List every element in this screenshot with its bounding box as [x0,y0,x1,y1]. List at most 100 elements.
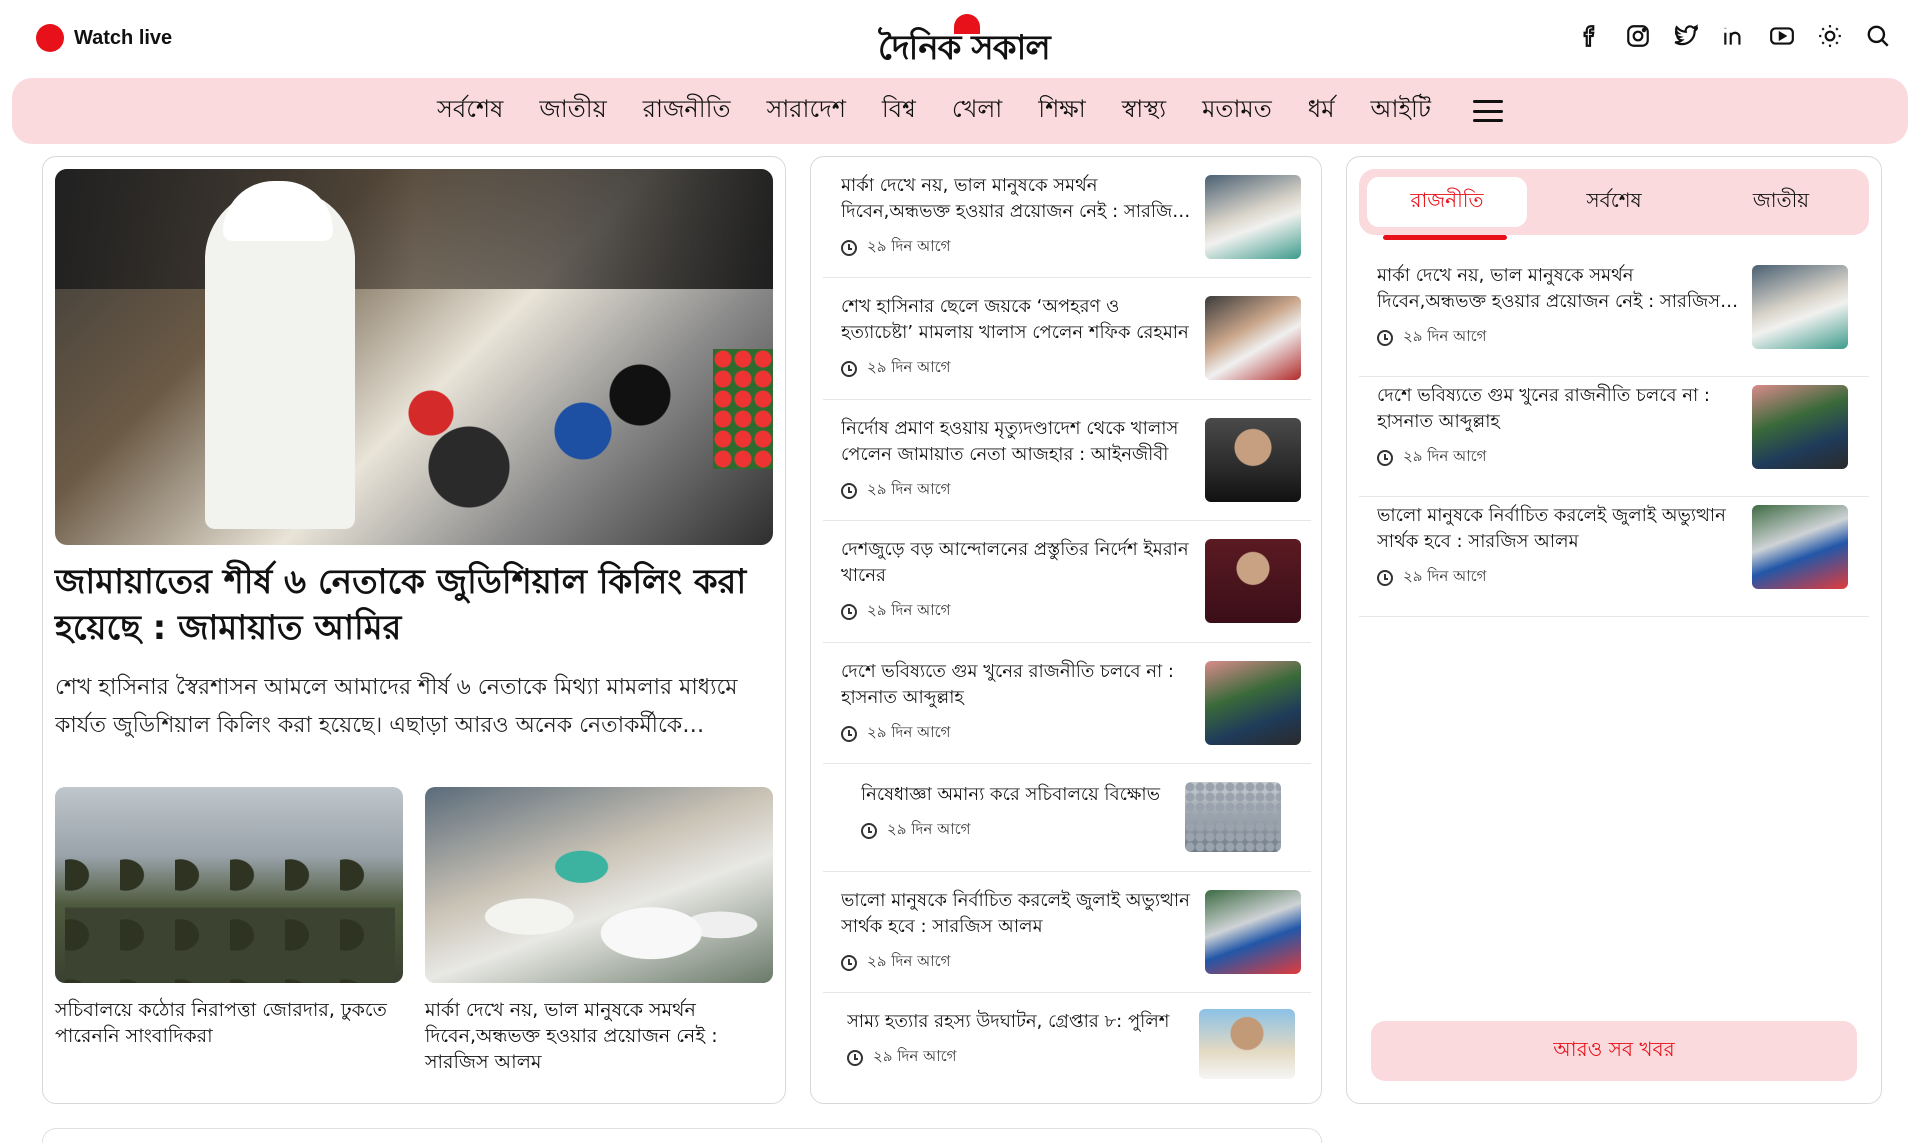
list-item[interactable]: দেশজুড়ে বড় আন্দোলনের প্রস্তুতির নির্দে… [823,521,1311,643]
list-item-title[interactable]: নিষেধাজ্ঞা অমান্য করে সচিবালয়ে বিক্ষোভ [861,782,1211,808]
list-item-thumbnail[interactable] [1185,782,1281,852]
list-item[interactable]: নিষেধাজ্ঞা অমান্য করে সচিবালয়ে বিক্ষোভ … [823,764,1311,872]
watch-live-button[interactable]: Watch live [36,24,172,52]
list-item-time: ২৯ দিন আগে [867,952,951,970]
menu-icon[interactable] [1472,100,1503,122]
list-item-title[interactable]: ভালো মানুষকে নির্বাচিত করলেই জুলাই অভ্যু… [1377,503,1747,555]
watch-live-label: Watch live [74,26,173,49]
nav-item-religion[interactable]: ধর্ম [1308,91,1335,131]
list-item[interactable]: দেশে ভবিষ্যতে গুম খুনের রাজনীতি চলবে না … [823,643,1311,764]
list-item[interactable]: মার্কা দেখে নয়, ভাল মানুষকে সমর্থন দিবে… [1359,257,1869,377]
list-item-title[interactable]: নির্দোষ প্রমাণ হওয়ায় মৃত্যুদণ্ডাদেশ থে… [841,416,1191,468]
list-item-title[interactable]: ভালো মানুষকে নির্বাচিত করলেই জুলাই অভ্যু… [841,888,1191,940]
list-item[interactable]: দেশে ভবিষ্যতে গুম খুনের রাজনীতি চলবে না … [1359,377,1869,497]
news-list: মার্কা দেখে নয়, ভাল মানুষকে সমর্থন দিবে… [810,156,1322,1104]
list-item[interactable]: নির্দোষ প্রমাণ হওয়ায় মৃত্যুদণ্ডাদেশ থে… [823,400,1311,521]
lead-section: জামায়াতের শীর্ষ ৬ নেতাকে জুডিশিয়াল কিল… [42,156,786,1104]
list-item-thumbnail[interactable] [1205,890,1301,974]
top-bar: Watch live দৈনিক সকাল [0,0,1920,78]
linkedin-icon[interactable] [1720,22,1748,50]
active-tab-indicator [1383,235,1507,240]
list-item-title[interactable]: দেশে ভবিষ্যতে গুম খুনের রাজনীতি চলবে না … [1377,383,1747,435]
list-item-thumbnail[interactable] [1752,265,1848,349]
search-icon[interactable] [1864,22,1892,50]
clock-icon [841,239,857,256]
list-item-time: ২৯ দিন আগে [867,480,951,498]
clock-icon [1377,449,1393,466]
lead-headline[interactable]: জামায়াতের শীর্ষ ৬ নেতাকে জুডিশিয়াল কিল… [55,559,773,651]
list-item-time: ২৯ দিন আগে [867,723,951,741]
list-item-thumbnail[interactable] [1752,385,1848,469]
theme-toggle-icon[interactable] [1816,22,1844,50]
list-item[interactable]: ভালো মানুষকে নির্বাচিত করলেই জুলাই অভ্যু… [1359,497,1869,617]
nav-item-world[interactable]: বিশ্ব [882,91,916,131]
nav-item-it[interactable]: আইটি [1371,91,1431,131]
list-item-thumbnail[interactable] [1199,1009,1295,1079]
list-item-title[interactable]: শেখ হাসিনার ছেলে জয়কে ‘অপহরণ ও হত্যাচেষ… [841,294,1191,346]
list-item-thumbnail[interactable] [1205,418,1301,502]
tab-politics[interactable]: রাজনীতি [1367,177,1527,227]
list-item-time: ২৯ দিন আগে [1403,327,1487,345]
list-item-thumbnail[interactable] [1205,296,1301,380]
list-item-thumbnail[interactable] [1205,175,1301,259]
youtube-icon[interactable] [1768,22,1796,50]
nav-item-politics[interactable]: রাজনীতি [643,91,731,131]
logo-wordmark: দৈনিক সকাল [878,28,1051,68]
list-item-title[interactable]: মার্কা দেখে নয়, ভাল মানুষকে সমর্থন দিবে… [1377,263,1747,315]
list-item-title[interactable]: দেশজুড়ে বড় আন্দোলনের প্রস্তুতির নির্দে… [841,537,1191,589]
nav-item-sports[interactable]: খেলা [952,91,1002,131]
list-item-title[interactable]: সাম্য হত্যার রহস্য উদঘাটন, গ্রেপ্তার ৮: … [847,1009,1197,1035]
clock-icon [1377,569,1393,586]
nav-item-country[interactable]: সারাদেশ [766,91,845,131]
main-nav: সর্বশেষ জাতীয় রাজনীতি সারাদেশ বিশ্ব খেল… [12,78,1908,144]
tab-latest[interactable]: সর্বশেষ [1534,177,1694,227]
nav-item-national[interactable]: জাতীয় [539,91,606,131]
next-section-edge [42,1128,1322,1143]
list-item[interactable]: সাম্য হত্যার রহস্য উদঘাটন, গ্রেপ্তার ৮: … [823,993,1311,1093]
list-item-time: ২৯ দিন আগে [867,358,951,376]
category-sidebar: রাজনীতি সর্বশেষ জাতীয় মার্কা দেখে নয়, … [1346,156,1882,1104]
lead-summary: শেখ হাসিনার স্বৈরশাসন আমলে আমাদের শীর্ষ … [55,675,738,738]
instagram-icon[interactable] [1624,22,1652,50]
facebook-icon[interactable] [1576,22,1604,50]
list-item-thumbnail[interactable] [1205,661,1301,745]
site-logo[interactable]: দৈনিক সকাল [878,14,1051,68]
twitter-icon[interactable] [1672,22,1700,50]
more-news-button[interactable]: আরও সব খবর [1371,1021,1857,1081]
list-item[interactable]: শেখ হাসিনার ছেলে জয়কে ‘অপহরণ ও হত্যাচেষ… [823,278,1311,400]
sub-story-image[interactable] [425,787,773,983]
live-dot-icon [36,24,64,52]
nav-item-health[interactable]: স্বাস্থ্য [1122,91,1166,131]
clock-icon [861,822,877,839]
list-item-title[interactable]: মার্কা দেখে নয়, ভাল মানুষকে সমর্থন দিবে… [841,173,1191,225]
clock-icon [841,725,857,742]
clock-icon [841,482,857,499]
sub-story-title[interactable]: সচিবালয়ে কঠোর নিরাপত্তা জোরদার, ঢুকতে প… [55,997,403,1049]
list-item[interactable]: মার্কা দেখে নয়, ভাল মানুষকে সমর্থন দিবে… [823,157,1311,278]
clock-icon [841,603,857,620]
clock-icon [841,954,857,971]
clock-icon [847,1049,863,1066]
list-item-title[interactable]: দেশে ভবিষ্যতে গুম খুনের রাজনীতি চলবে না … [841,659,1191,711]
list-item-thumbnail[interactable] [1205,539,1301,623]
nav-item-education[interactable]: শিক্ষা [1038,91,1085,131]
clock-icon [841,360,857,377]
list-item[interactable]: ভালো মানুষকে নির্বাচিত করলেই জুলাই অভ্যু… [823,872,1311,993]
category-tabs: রাজনীতি সর্বশেষ জাতীয় [1359,169,1869,235]
clock-icon [1377,329,1393,346]
lead-image[interactable] [55,169,773,545]
tab-national[interactable]: জাতীয় [1701,177,1861,227]
list-item-time: ২৯ দিন আগে [873,1047,957,1065]
sub-story[interactable]: সচিবালয়ে কঠোর নিরাপত্তা জোরদার, ঢুকতে প… [55,787,403,1049]
nav-item-latest[interactable]: সর্বশেষ [437,91,503,131]
list-item-time: ২৯ দিন আগে [867,237,951,255]
social-links [1576,22,1892,50]
sub-story[interactable]: মার্কা দেখে নয়, ভাল মানুষকে সমর্থন দিবে… [425,787,773,1075]
sub-story-image[interactable] [55,787,403,983]
sub-story-title[interactable]: মার্কা দেখে নয়, ভাল মানুষকে সমর্থন দিবে… [425,997,773,1075]
list-item-time: ২৯ দিন আগে [1403,447,1487,465]
list-item-time: ২৯ দিন আগে [887,820,971,838]
list-item-thumbnail[interactable] [1752,505,1848,589]
list-item-time: ২৯ দিন আগে [1403,567,1487,585]
nav-item-opinion[interactable]: মতামত [1202,91,1272,131]
